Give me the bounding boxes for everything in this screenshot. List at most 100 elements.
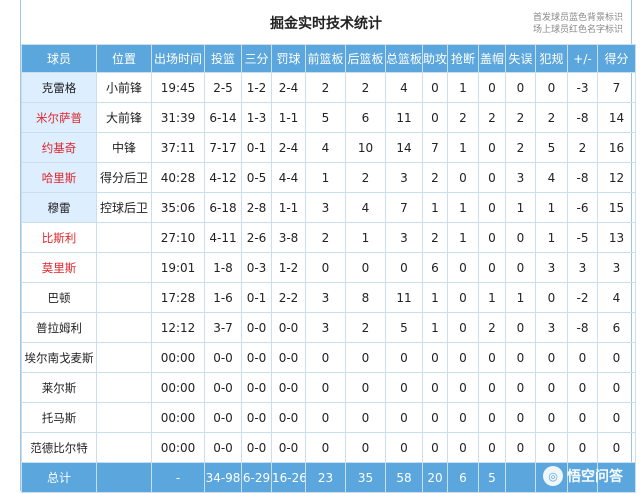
stat-cell: 2 xyxy=(422,222,448,253)
stat-cell: 12:12 xyxy=(151,312,205,343)
table-row: 埃尔南戈麦斯 00:00 0-0 0-0 0-0 0 0 0 0 0 0 0 0 0 0 xyxy=(21,342,636,373)
stat-cell: 1 xyxy=(422,282,448,313)
player-position: 大前锋 xyxy=(96,102,152,133)
column-header: 失误 xyxy=(505,44,536,73)
stat-cell: 0 xyxy=(422,72,448,103)
legend-starter-note: 首发球员蓝色背景标识 xyxy=(532,13,623,23)
stat-cell: 3 xyxy=(567,252,598,283)
stat-cell: 0-0 xyxy=(204,372,242,403)
stat-cell: 0 xyxy=(345,432,386,463)
stat-cell: 3 xyxy=(505,162,536,193)
stat-cell: 0 xyxy=(478,72,506,103)
stat-cell: 0 xyxy=(385,342,423,373)
player-position xyxy=(96,312,152,343)
stat-cell: 3 xyxy=(535,312,568,343)
stat-cell: 4 xyxy=(345,192,386,223)
stat-cell: 0 xyxy=(447,162,479,193)
player-name: 哈里斯 xyxy=(21,162,97,193)
stat-cell: 00:00 xyxy=(151,432,205,463)
totals-cell: 6 xyxy=(447,462,479,493)
player-position: 中锋 xyxy=(96,132,152,163)
stat-cell: 14 xyxy=(597,102,636,133)
stat-cell: 0 xyxy=(478,132,506,163)
stat-cell: 2 xyxy=(305,222,346,253)
stat-cell: 0 xyxy=(535,282,568,313)
stat-cell: 0 xyxy=(385,402,423,433)
totals-cell: 20 xyxy=(422,462,448,493)
stat-cell: 0-0 xyxy=(271,402,306,433)
player-position: 小前锋 xyxy=(96,72,152,103)
stat-cell: 2 xyxy=(505,102,536,133)
stat-cell: 2-4 xyxy=(271,132,306,163)
stat-cell: 0 xyxy=(345,372,386,403)
stat-cell: 5 xyxy=(535,132,568,163)
column-header: 位置 xyxy=(96,44,152,73)
stat-cell: 6-18 xyxy=(204,192,242,223)
stat-cell: 0-1 xyxy=(241,132,272,163)
stat-cell: 0 xyxy=(345,252,386,283)
stat-cell: 2 xyxy=(478,102,506,133)
stat-cell: 3 xyxy=(385,222,423,253)
stat-cell: 13 xyxy=(597,222,636,253)
stat-cell: 1 xyxy=(345,222,386,253)
stat-cell: 0-0 xyxy=(271,312,306,343)
stat-cell: 1 xyxy=(505,192,536,223)
stat-cell: 1 xyxy=(422,192,448,223)
totals-cell: 35 xyxy=(345,462,386,493)
player-name: 普拉姆利 xyxy=(21,312,97,343)
player-position xyxy=(96,222,152,253)
stat-cell: 14 xyxy=(385,132,423,163)
stat-cell: 0 xyxy=(478,222,506,253)
stat-cell: 1-1 xyxy=(271,192,306,223)
stat-cell: 0 xyxy=(505,372,536,403)
stat-cell: 10 xyxy=(345,132,386,163)
stat-cell: 0-0 xyxy=(204,342,242,373)
stat-cell: 0 xyxy=(305,252,346,283)
column-header: 犯规 xyxy=(535,44,568,73)
stat-cell: 0 xyxy=(422,342,448,373)
stat-cell: 00:00 xyxy=(151,402,205,433)
player-position xyxy=(96,252,152,283)
wukong-logo-icon: ◎ xyxy=(543,466,563,486)
stat-cell: 3-7 xyxy=(204,312,242,343)
stat-cell: 0 xyxy=(478,252,506,283)
stat-cell: 0 xyxy=(567,432,598,463)
stat-cell: 0 xyxy=(597,402,636,433)
stat-cell: 0 xyxy=(505,342,536,373)
table-row: 比斯利 27:10 4-11 2-6 3-8 2 1 3 2 1 0 0 1 -5 13 xyxy=(21,222,636,253)
player-position xyxy=(96,432,152,463)
stat-cell: 0 xyxy=(447,312,479,343)
stat-cell: 1 xyxy=(478,282,506,313)
stat-cell: 0 xyxy=(505,312,536,343)
stat-cell: 0 xyxy=(478,162,506,193)
table-row: 哈里斯 得分后卫 40:28 4-12 0-5 4-4 1 2 3 2 0 0 3 4 -8 12 xyxy=(21,162,636,193)
totals-cell: 6-29 xyxy=(241,462,272,493)
table-row: 莫里斯 19:01 1-8 0-3 1-2 0 0 0 6 0 0 0 3 3 3 xyxy=(21,252,636,283)
column-header: 盖帽 xyxy=(478,44,506,73)
stat-cell: 0-0 xyxy=(241,372,272,403)
totals-cell: 34-98 xyxy=(204,462,242,493)
totals-cell: - xyxy=(151,462,205,493)
stat-cell: 4-4 xyxy=(271,162,306,193)
stat-cell: -8 xyxy=(567,102,598,133)
stat-cell: 2 xyxy=(447,102,479,133)
player-position: 控球后卫 xyxy=(96,192,152,223)
stat-cell: 1-2 xyxy=(271,252,306,283)
table-row: 约基奇 中锋 37:11 7-17 0-1 2-4 4 10 14 7 1 0 2 5 2 16 xyxy=(21,132,636,163)
player-name: 莱尔斯 xyxy=(21,372,97,403)
stat-cell: -3 xyxy=(567,72,598,103)
stat-cell: 1-1 xyxy=(271,102,306,133)
stat-cell: 7 xyxy=(385,192,423,223)
totals-cell: 16-26 xyxy=(271,462,306,493)
stat-cell: 3 xyxy=(385,162,423,193)
stat-cell: 0 xyxy=(478,402,506,433)
stat-cell: 0 xyxy=(505,402,536,433)
stat-cell: 1-3 xyxy=(241,102,272,133)
column-header: 投篮 xyxy=(204,44,242,73)
column-header: 三分 xyxy=(241,44,272,73)
stat-cell: 0-0 xyxy=(271,342,306,373)
table-row: 克雷格 小前锋 19:45 2-5 1-2 2-4 2 2 4 0 1 0 0 0 -3 7 xyxy=(21,72,636,103)
stat-cell: 2-5 xyxy=(204,72,242,103)
column-header: 前篮板 xyxy=(305,44,346,73)
column-header: 助攻 xyxy=(422,44,448,73)
